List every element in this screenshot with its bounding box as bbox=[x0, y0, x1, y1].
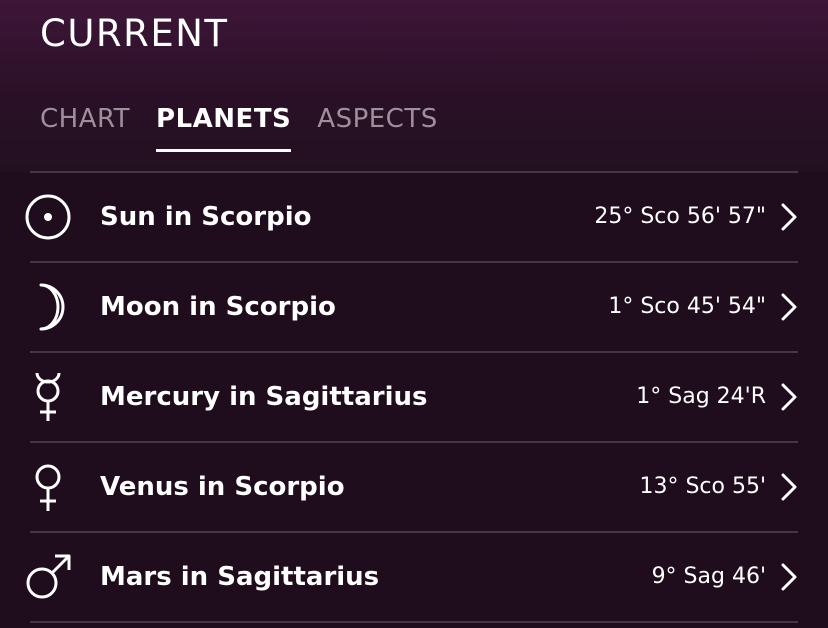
moon-icon bbox=[22, 281, 74, 333]
planet-position: 9° Sag 46' bbox=[651, 564, 766, 589]
tab-bar: CHART PLANETS ASPECTS bbox=[40, 100, 438, 156]
planet-position: 1° Sag 24'R bbox=[636, 384, 766, 409]
chevron-right-icon bbox=[780, 383, 798, 411]
list-item[interactable]: Moon in Scorpio 1° Sco 45' 54" bbox=[30, 263, 798, 353]
planet-position: 25° Sco 56' 57" bbox=[594, 204, 766, 229]
chevron-right-icon bbox=[780, 293, 798, 321]
tab-aspects[interactable]: ASPECTS bbox=[317, 100, 437, 152]
planet-position: 1° Sco 45' 54" bbox=[608, 294, 766, 319]
tab-planets[interactable]: PLANETS bbox=[156, 100, 292, 152]
list-item[interactable]: Mercury in Sagittarius 1° Sag 24'R bbox=[30, 353, 798, 443]
planet-list: Sun in Scorpio 25° Sco 56' 57" Moon in S… bbox=[0, 173, 828, 623]
list-item[interactable]: Venus in Scorpio 13° Sco 55' bbox=[30, 443, 798, 533]
page-title: CURRENT bbox=[40, 12, 229, 55]
venus-icon bbox=[22, 461, 74, 513]
chevron-right-icon bbox=[780, 563, 798, 591]
tab-chart[interactable]: CHART bbox=[40, 100, 130, 152]
mercury-icon bbox=[22, 371, 74, 423]
planet-name: Sun in Scorpio bbox=[100, 202, 312, 232]
planet-name: Mars in Sagittarius bbox=[100, 562, 380, 592]
planet-name: Mercury in Sagittarius bbox=[100, 382, 428, 412]
chevron-right-icon bbox=[780, 473, 798, 501]
planet-name: Venus in Scorpio bbox=[100, 472, 345, 502]
chevron-right-icon bbox=[780, 203, 798, 231]
planet-name: Moon in Scorpio bbox=[100, 292, 336, 322]
list-item[interactable]: Sun in Scorpio 25° Sco 56' 57" bbox=[25, 173, 798, 263]
sun-icon bbox=[22, 191, 74, 243]
planet-position: 13° Sco 55' bbox=[639, 474, 766, 499]
mars-icon bbox=[22, 551, 74, 603]
list-item[interactable]: Mars in Sagittarius 9° Sag 46' bbox=[26, 533, 798, 623]
header: CURRENT CHART PLANETS ASPECTS bbox=[0, 0, 828, 172]
